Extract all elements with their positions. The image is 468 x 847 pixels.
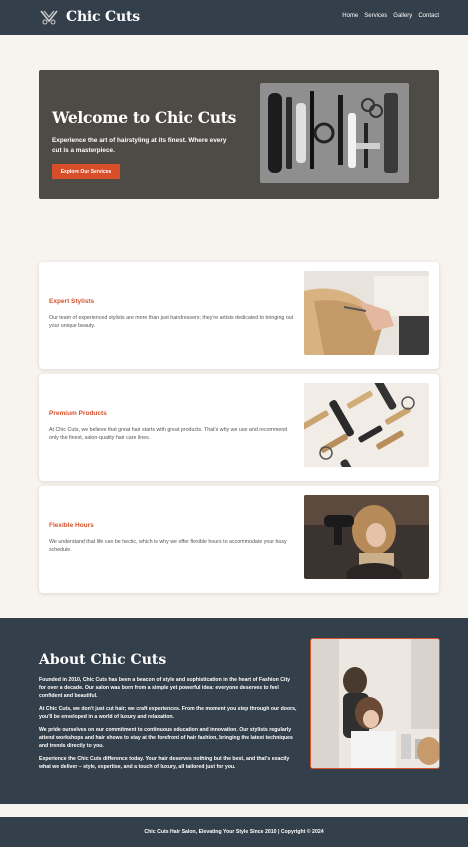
hero-subtitle: Experience the art of hairstyling at its…: [52, 137, 227, 154]
top-nav-bar: Chic Cuts Home Services Gallery Contact: [0, 0, 468, 35]
scissors-comb-logo-icon[interactable]: [39, 9, 59, 25]
hero-banner: Welcome to Chic Cuts Experience the art …: [39, 70, 439, 199]
feature-text: We understand that life can be hectic, w…: [49, 539, 287, 553]
feature-text: At Chic Cuts, we believe that great hair…: [49, 427, 288, 441]
nav-gallery[interactable]: Gallery: [393, 13, 412, 19]
hero-title: Welcome to Chic Cuts: [52, 108, 237, 127]
feature-title: Flexible Hours: [49, 522, 94, 529]
footer-copyright: Chic Cuts Hair Salon, Elevating Your Sty…: [144, 829, 324, 835]
about-paragraph: Founded in 2010, Chic Cuts has been a be…: [39, 677, 291, 699]
about-title: About Chic Cuts: [39, 652, 167, 668]
site-footer: Chic Cuts Hair Salon, Elevating Your Sty…: [0, 817, 468, 847]
hero-tools-image: [260, 83, 409, 183]
feature-title: Expert Stylists: [49, 298, 95, 305]
main-nav: Home Services Gallery Contact: [342, 13, 439, 19]
feature-title: Premium Products: [49, 410, 107, 417]
brand-name[interactable]: Chic Cuts: [66, 9, 140, 25]
stylist-cutting-hair-image: [304, 271, 429, 355]
hair-dryer-image: [304, 495, 429, 579]
feature-card-flexible-hours: Flexible Hours We understand that life c…: [39, 486, 439, 593]
about-paragraph: At Chic Cuts, we don't just cut hair; we…: [39, 706, 297, 720]
about-body: Founded in 2010, Chic Cuts has been a be…: [39, 676, 297, 776]
salon-stylist-image: [310, 638, 440, 769]
feature-card-premium-products: Premium Products At Chic Cuts, we believ…: [39, 374, 439, 481]
hair-products-image: [304, 383, 429, 467]
nav-contact[interactable]: Contact: [418, 13, 439, 19]
nav-home[interactable]: Home: [342, 13, 358, 19]
about-paragraph: We pride ourselves on our commitment to …: [39, 727, 293, 749]
explore-services-button[interactable]: Explore Our Services: [52, 164, 120, 179]
about-paragraph: Experience the Chic Cuts difference toda…: [39, 756, 290, 770]
feature-card-expert-stylists: Expert Stylists Our team of experienced …: [39, 262, 439, 369]
feature-text: Our team of experienced stylists are mor…: [49, 315, 294, 329]
nav-services[interactable]: Services: [364, 13, 387, 19]
about-section: About Chic Cuts Founded in 2010, Chic Cu…: [0, 618, 468, 804]
